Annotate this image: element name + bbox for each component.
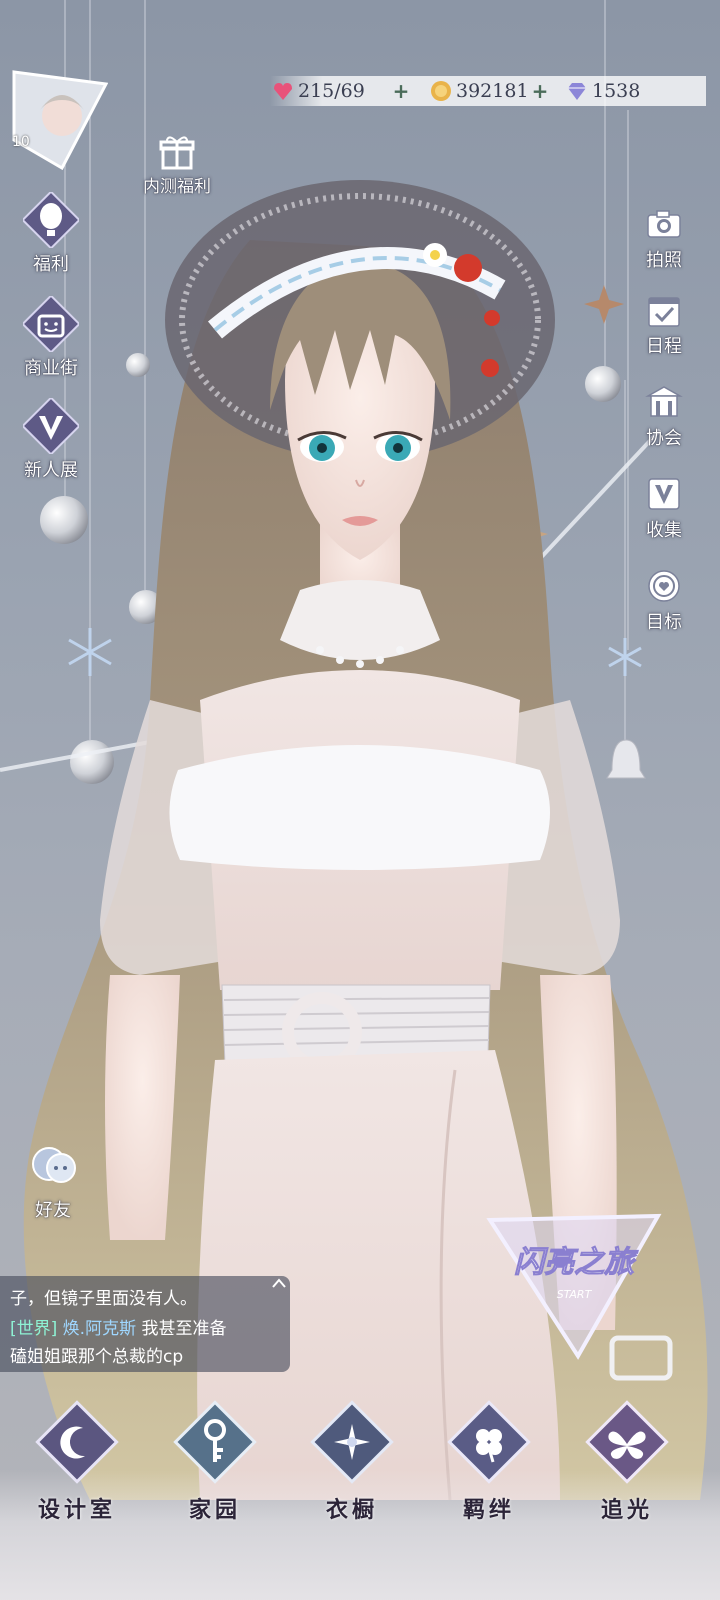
newcomer-show-label: 新人展 [24, 460, 78, 481]
chevron-up-icon[interactable] [272, 1278, 286, 1288]
player-level: 10 [12, 134, 30, 150]
guild-building-icon [645, 386, 683, 417]
chat-text: 我甚至准备 [141, 1319, 227, 1339]
moon-icon [35, 1400, 119, 1484]
bottom-nav: 设计室 家园 衣橱 羁绊 追光 [0, 1400, 720, 1600]
goals-label: 目标 [646, 612, 682, 633]
schedule-label: 日程 [646, 336, 682, 357]
newcomer-show-button[interactable]: 新人展 [10, 398, 92, 482]
event-banner[interactable]: 闪亮之旅 START [482, 1210, 664, 1360]
welfare-button[interactable]: 福利 [10, 192, 92, 276]
stamina-value: 215/69 [298, 80, 365, 102]
crystal-flower-icon [310, 1400, 394, 1484]
hot-air-balloon-icon [23, 192, 79, 248]
beta-gift-label: 内测福利 [143, 177, 211, 197]
schedule-button[interactable]: 日程 [634, 290, 694, 358]
butterfly-icon [585, 1400, 669, 1484]
diamond-counter: 1538 [566, 76, 640, 106]
diamond-value: 1538 [592, 80, 641, 102]
guild-label: 协会 [646, 428, 682, 449]
chat-channel-tag: [世界] [10, 1319, 58, 1339]
crown-v-icon [23, 398, 79, 454]
gold-value: 392181 [456, 80, 529, 102]
friends-button[interactable]: 好友 [12, 1138, 94, 1222]
avatar-portrait-icon [12, 70, 109, 171]
add-stamina-button[interactable]: + [392, 81, 410, 101]
nav-bonds-label: 羁绊 [462, 1497, 515, 1523]
welfare-label: 福利 [33, 254, 69, 275]
key-icon [173, 1400, 257, 1484]
stamina-counter: 215/69 [272, 76, 365, 106]
event-triangle-icon: 闪亮之旅 START [486, 1213, 662, 1360]
chat-sender-name[interactable]: 焕.阿克斯 [63, 1319, 136, 1339]
photo-label: 拍照 [646, 250, 682, 271]
friends-label: 好友 [35, 1200, 71, 1221]
event-title: 闪亮之旅 [514, 1245, 639, 1280]
collection-button[interactable]: 收集 [634, 474, 694, 542]
nav-design-room-label: 设计室 [37, 1497, 116, 1523]
nav-design-room[interactable]: 设计室 [22, 1400, 132, 1524]
chat-message: [世界] 焕.阿克斯 我甚至准备 [10, 1314, 226, 1339]
beta-gift-button[interactable]: 内测福利 [132, 132, 222, 197]
goals-button[interactable]: 目标 [634, 566, 694, 634]
calendar-check-icon [648, 297, 680, 327]
target-heart-icon [648, 570, 680, 602]
gold-coin-icon [431, 81, 451, 101]
event-subtitle: START [557, 1288, 593, 1301]
photo-button[interactable]: 拍照 [634, 204, 694, 272]
gift-box-icon [159, 136, 195, 170]
collection-v-icon [648, 478, 680, 510]
guild-button[interactable]: 协会 [634, 382, 694, 450]
gold-counter: 392181 [430, 76, 529, 106]
chat-panel[interactable]: 子，但镜子里面没有人。 [世界] 焕.阿克斯 我甚至准备 磕姐姐跟那个总裁的cp [0, 1276, 290, 1372]
shopping-bag-icon [23, 296, 79, 352]
add-gold-button[interactable]: + [531, 81, 549, 101]
chat-message: 子，但镜子里面没有人。 [10, 1289, 197, 1309]
clover-icon [447, 1400, 531, 1484]
camera-icon [647, 210, 681, 238]
nav-wardrobe-label: 衣橱 [325, 1497, 378, 1523]
shopping-street-label: 商业街 [24, 358, 78, 379]
nav-home[interactable]: 家园 [160, 1400, 270, 1524]
nav-wardrobe[interactable]: 衣橱 [297, 1400, 407, 1524]
friends-chat-icon [32, 1147, 76, 1183]
nav-bonds[interactable]: 羁绊 [434, 1400, 544, 1524]
player-avatar[interactable] [10, 70, 109, 171]
chat-message: 磕姐姐跟那个总裁的cp [10, 1347, 184, 1367]
nav-pursue-light[interactable]: 追光 [572, 1400, 682, 1524]
diamond-icon [568, 83, 586, 100]
resource-bar: 215/69 + 392181 + 1538 [270, 76, 706, 106]
collection-label: 收集 [646, 520, 682, 541]
shopping-street-button[interactable]: 商业街 [10, 296, 92, 380]
nav-pursue-light-label: 追光 [600, 1497, 653, 1523]
heart-gem-icon [274, 83, 292, 100]
nav-home-label: 家园 [188, 1497, 241, 1523]
